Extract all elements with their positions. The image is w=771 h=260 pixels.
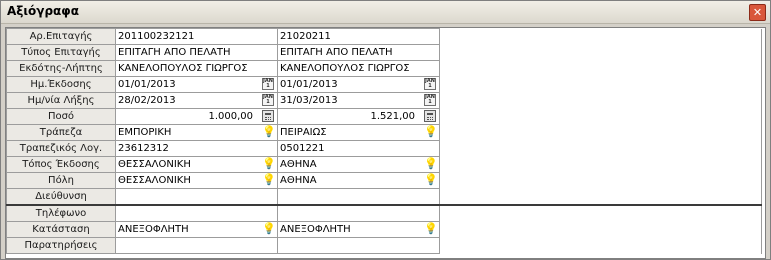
window-title: Αξιόγραφα (7, 4, 79, 18)
row-label: Τόπος Έκδοσης (6, 156, 116, 173)
row-label: Τραπεζικός Λογ. (6, 140, 116, 157)
phone-field-1[interactable] (115, 204, 278, 222)
row-phone: Τηλέφωνο (6, 204, 762, 222)
row-number: Αρ.Επιταγής 201100232121 21020211 (6, 28, 762, 45)
empty-column (439, 76, 762, 93)
title-bar: Αξιόγραφα ✕ (1, 1, 770, 24)
amount-field-1[interactable]: 1.000,00 (115, 108, 278, 125)
bank-account-field-2[interactable]: 0501221 (277, 140, 440, 157)
empty-column (439, 204, 762, 222)
amount-field-2[interactable]: 1.521,00 (277, 108, 440, 125)
checks-window: Αξιόγραφα ✕ Αρ.Επιταγής 201100232121 210… (0, 0, 771, 260)
lookup-bulb-icon[interactable]: 💡 (262, 223, 276, 235)
lookup-bulb-icon[interactable]: 💡 (424, 174, 438, 186)
row-expiry-date: Ημ/νία Λήξης 28/02/2013 JAN 1 31/03/2013 JA… (6, 92, 762, 109)
phone-field-2[interactable] (277, 204, 440, 222)
lookup-bulb-icon[interactable]: 💡 (262, 158, 276, 170)
row-label: Διεύθυνση (6, 188, 116, 206)
issue-place-field-1[interactable]: ΘΕΣΣΑΛΟΝΙΚΗ 💡 (115, 156, 278, 173)
empty-column (439, 124, 762, 141)
empty-column (439, 92, 762, 109)
empty-column (439, 237, 762, 254)
row-bank: Τράπεζα ΕΜΠΟΡΙΚΗ 💡 ΠΕΙΡΑΙΩΣ 💡 (6, 124, 762, 141)
number-field-1[interactable]: 201100232121 (115, 28, 278, 45)
empty-column (439, 188, 762, 205)
lookup-bulb-icon[interactable]: 💡 (424, 126, 438, 138)
empty-column (439, 221, 762, 238)
row-type: Τύπος Επιταγής ΕΠΙΤΑΓΗ ΑΠΟ ΠΕΛΑΤΗ ΕΠΙΤΑΓ… (6, 44, 762, 61)
row-label: Εκδότης-Λήπτης (6, 60, 116, 77)
row-amount: Ποσό 1.000,00 1.521,00 (6, 108, 762, 125)
issuer-field-2[interactable]: ΚΑΝΕΛΟΠΟΥΛΟΣ ΓΙΩΡΓΟΣ (277, 60, 440, 77)
city-field-2[interactable]: ΑΘΗΝΑ 💡 (277, 172, 440, 189)
bank-field-1[interactable]: ΕΜΠΟΡΙΚΗ 💡 (115, 124, 278, 141)
empty-column (439, 140, 762, 157)
row-label: Κατάσταση (6, 221, 116, 238)
row-issue-place: Τόπος Έκδοσης ΘΕΣΣΑΛΟΝΙΚΗ 💡 ΑΘΗΝΑ 💡 (6, 156, 762, 173)
row-label: Παρατηρήσεις (6, 237, 116, 254)
city-field-1[interactable]: ΘΕΣΣΑΛΟΝΙΚΗ 💡 (115, 172, 278, 189)
row-label: Τύπος Επιταγής (6, 44, 116, 61)
empty-column (439, 172, 762, 189)
calendar-icon[interactable]: JAN 1 (424, 78, 436, 90)
row-label: Πόλη (6, 172, 116, 189)
empty-column (439, 44, 762, 61)
notes-field-2[interactable] (277, 237, 440, 254)
row-city: Πόλη ΘΕΣΣΑΛΟΝΙΚΗ 💡 ΑΘΗΝΑ 💡 (6, 172, 762, 189)
number-field-2[interactable]: 21020211 (277, 28, 440, 45)
expiry-date-field-1[interactable]: 28/02/2013 JAN 1 (115, 92, 278, 109)
expiry-date-field-2[interactable]: 31/03/2013 JAN 1 (277, 92, 440, 109)
calculator-icon[interactable] (424, 110, 436, 122)
calendar-icon[interactable]: JAN 1 (424, 94, 436, 106)
address-field-1[interactable] (115, 188, 278, 206)
bank-account-field-1[interactable]: 23612312 (115, 140, 278, 157)
issue-date-field-1[interactable]: 01/01/2013 JAN 1 (115, 76, 278, 93)
checks-grid: Αρ.Επιταγής 201100232121 21020211 Τύπος … (5, 27, 766, 259)
row-label: Αρ.Επιταγής (6, 28, 116, 45)
status-field-2[interactable]: ΑΝΕΞΟΦΛΗΤΗ 💡 (277, 221, 440, 238)
lookup-bulb-icon[interactable]: 💡 (424, 158, 438, 170)
lookup-bulb-icon[interactable]: 💡 (262, 174, 276, 186)
calendar-icon[interactable]: JAN 1 (262, 78, 274, 90)
empty-column (439, 28, 762, 45)
close-button[interactable]: ✕ (749, 4, 766, 21)
empty-column (439, 156, 762, 173)
lookup-bulb-icon[interactable]: 💡 (424, 223, 438, 235)
row-notes: Παρατηρήσεις (6, 237, 762, 254)
row-issue-date: Ημ.Έκδοσης 01/01/2013 JAN 1 01/01/2013 JAN 1 (6, 76, 762, 93)
lookup-bulb-icon[interactable]: 💡 (262, 126, 276, 138)
row-label: Ποσό (6, 108, 116, 125)
notes-field-1[interactable] (115, 237, 278, 254)
row-label: Τράπεζα (6, 124, 116, 141)
row-label: Ημ/νία Λήξης (6, 92, 116, 109)
issuer-field-1[interactable]: ΚΑΝΕΛΟΠΟΥΛΟΣ ΓΙΩΡΓΟΣ (115, 60, 278, 77)
empty-column (439, 60, 762, 77)
type-field-1[interactable]: ΕΠΙΤΑΓΗ ΑΠΟ ΠΕΛΑΤΗ (115, 44, 278, 61)
row-issuer: Εκδότης-Λήπτης ΚΑΝΕΛΟΠΟΥΛΟΣ ΓΙΩΡΓΟΣ ΚΑΝΕ… (6, 60, 762, 77)
empty-column (439, 108, 762, 125)
issue-place-field-2[interactable]: ΑΘΗΝΑ 💡 (277, 156, 440, 173)
address-field-2[interactable] (277, 188, 440, 206)
calculator-icon[interactable] (262, 110, 274, 122)
row-status: Κατάσταση ΑΝΕΞΟΦΛΗΤΗ 💡 ΑΝΕΞΟΦΛΗΤΗ 💡 (6, 221, 762, 238)
bank-field-2[interactable]: ΠΕΙΡΑΙΩΣ 💡 (277, 124, 440, 141)
status-field-1[interactable]: ΑΝΕΞΟΦΛΗΤΗ 💡 (115, 221, 278, 238)
row-label: Ημ.Έκδοσης (6, 76, 116, 93)
issue-date-field-2[interactable]: 01/01/2013 JAN 1 (277, 76, 440, 93)
row-address: Διεύθυνση (6, 188, 762, 206)
row-bank-account: Τραπεζικός Λογ. 23612312 0501221 (6, 140, 762, 157)
row-label: Τηλέφωνο (6, 204, 116, 222)
type-field-2[interactable]: ΕΠΙΤΑΓΗ ΑΠΟ ΠΕΛΑΤΗ (277, 44, 440, 61)
calendar-icon[interactable]: JAN 1 (262, 94, 274, 106)
